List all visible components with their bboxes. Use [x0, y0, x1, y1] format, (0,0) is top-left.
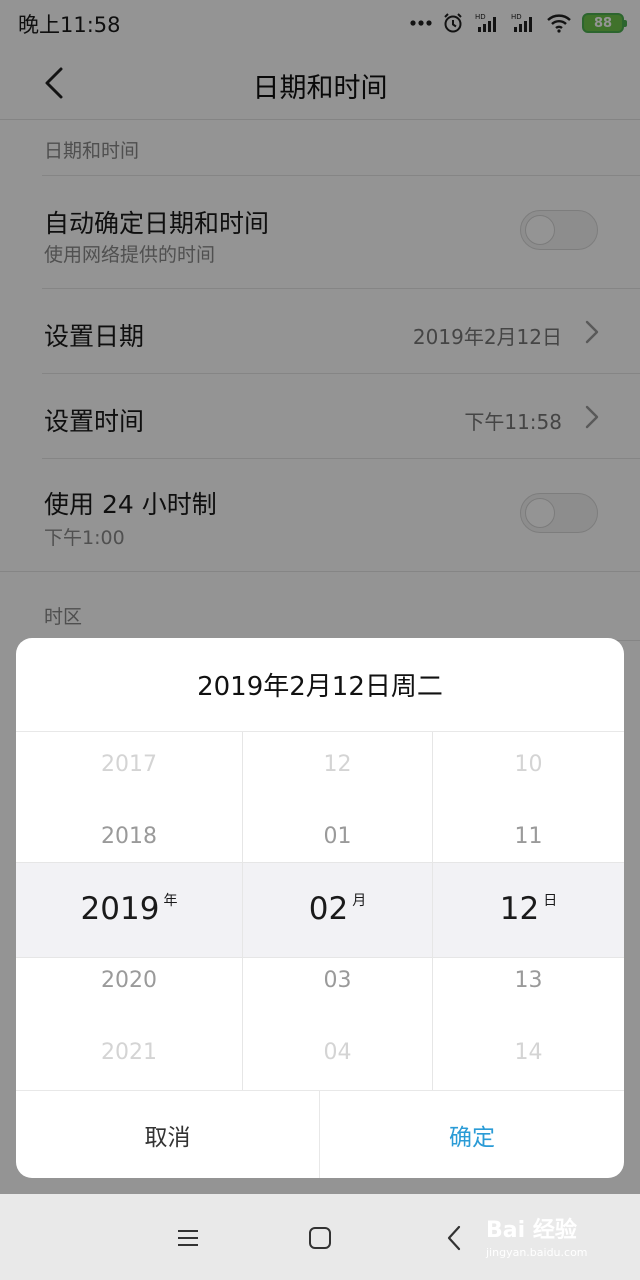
year-option[interactable]: 2018	[16, 824, 242, 849]
confirm-button[interactable]: 确定	[320, 1091, 624, 1178]
watermark: Bai 经验 jingyan.baidu.com	[486, 1212, 606, 1268]
menu-button[interactable]	[170, 1220, 206, 1256]
day-option[interactable]: 10	[433, 752, 624, 777]
dialog-actions: 取消 确定	[16, 1090, 624, 1178]
month-option[interactable]: 04	[243, 1040, 432, 1065]
watermark-main: Bai 经验	[486, 1218, 577, 1243]
cancel-button[interactable]: 取消	[16, 1091, 320, 1178]
month-option[interactable]: 01	[243, 824, 432, 849]
month-unit: 月	[352, 893, 367, 909]
day-option-selected[interactable]: 12 日	[433, 890, 624, 927]
dialog-title: 2019年2月12日周二	[16, 638, 624, 732]
home-icon	[309, 1227, 331, 1249]
month-option[interactable]: 03	[243, 968, 432, 993]
date-picker-dialog: 2019年2月12日周二 2017 2018 2019 年 2020 2021 1…	[16, 638, 624, 1178]
month-selected-value: 02	[308, 891, 349, 927]
back-icon	[447, 1225, 461, 1251]
menu-icon	[178, 1230, 198, 1246]
year-wheel[interactable]: 2017 2018 2019 年 2020 2021	[16, 732, 243, 1090]
year-selected-value: 2019	[80, 891, 160, 927]
month-option-selected[interactable]: 02 月	[243, 890, 432, 927]
year-option[interactable]: 2021	[16, 1040, 242, 1065]
day-option[interactable]: 11	[433, 824, 624, 849]
day-option[interactable]: 14	[433, 1040, 624, 1065]
watermark-sub: jingyan.baidu.com	[486, 1246, 588, 1259]
day-wheel[interactable]: 10 11 12 日 13 14	[433, 732, 624, 1090]
year-unit: 年	[163, 893, 178, 909]
day-selected-value: 12	[499, 891, 540, 927]
month-wheel[interactable]: 12 01 02 月 03 04	[243, 732, 433, 1090]
nav-back-button[interactable]	[436, 1220, 472, 1256]
day-unit: 日	[543, 893, 558, 909]
home-button[interactable]	[302, 1220, 338, 1256]
year-option[interactable]: 2020	[16, 968, 242, 993]
date-picker: 2017 2018 2019 年 2020 2021 12 01 02 月 03 0…	[16, 732, 624, 1090]
day-option[interactable]: 13	[433, 968, 624, 993]
month-option[interactable]: 12	[243, 752, 432, 777]
year-option-selected[interactable]: 2019 年	[16, 890, 242, 927]
year-option[interactable]: 2017	[16, 752, 242, 777]
